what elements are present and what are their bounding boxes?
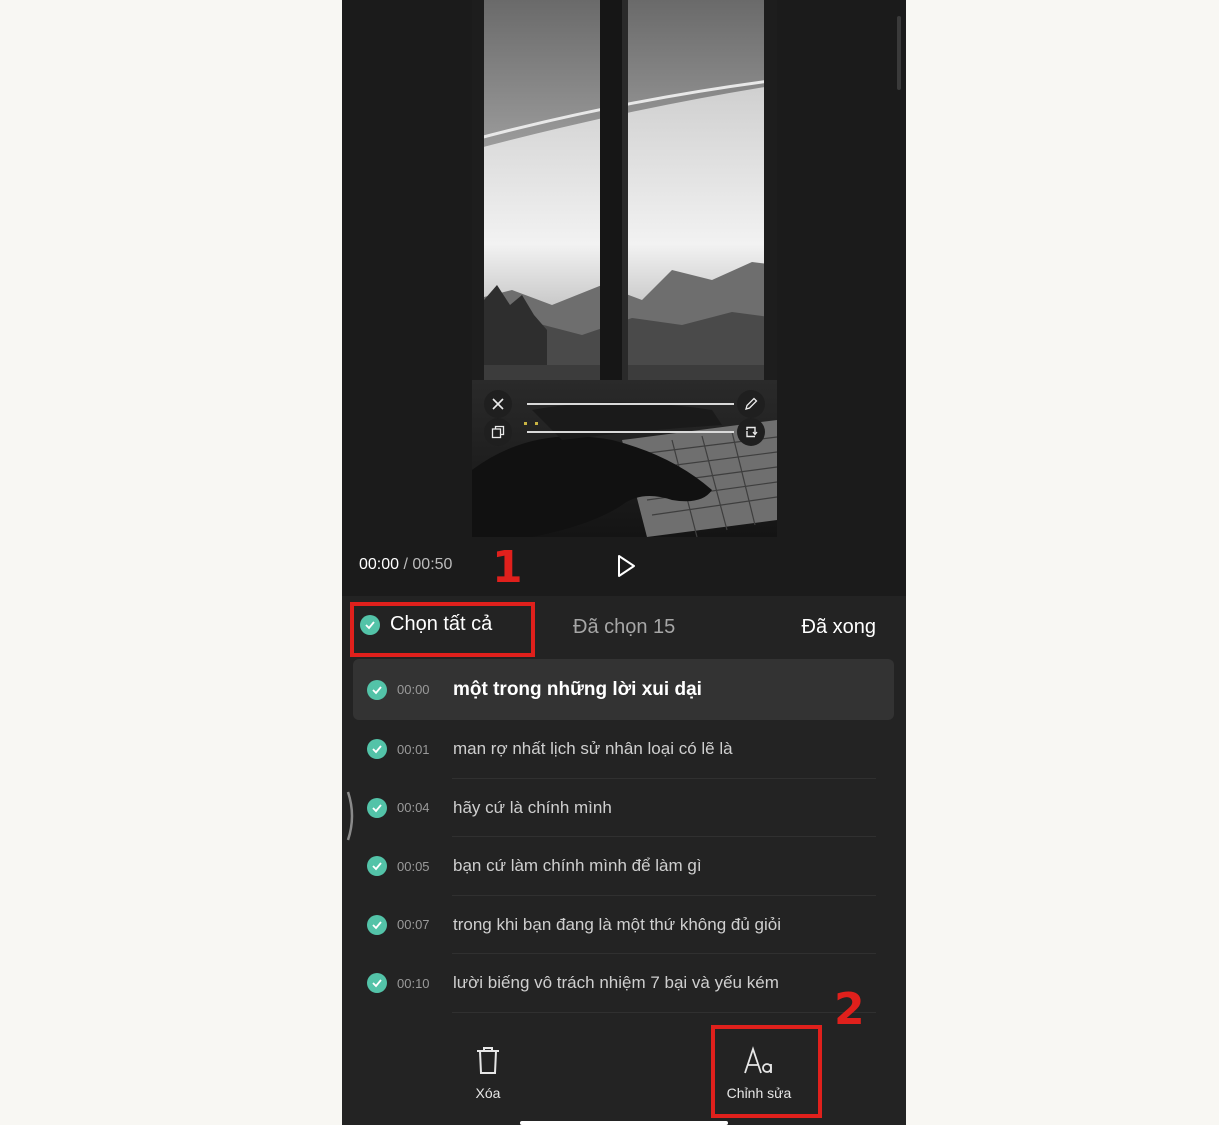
subtitle-text: hãy cứ là chính mình — [453, 797, 612, 817]
subtitle-timestamp: 00:01 — [397, 741, 430, 757]
check-icon[interactable] — [367, 856, 387, 877]
scrollbar[interactable] — [897, 16, 901, 90]
current-time: 00:00 — [359, 556, 400, 573]
subtitle-text: một trong những lời xui dại — [453, 678, 702, 700]
subtitle-timestamp: 00:04 — [397, 800, 430, 816]
video-preview-area: 00:00 / 00:50 — [342, 0, 906, 596]
close-icon — [492, 398, 504, 410]
video-scene-image — [472, 0, 777, 537]
subtitle-timestamp: 00:00 — [397, 682, 430, 697]
edit-overlay-button[interactable] — [737, 390, 765, 418]
check-icon[interactable] — [367, 679, 387, 700]
subtitle-timestamp: 00:07 — [397, 917, 430, 933]
delete-label: Xóa — [475, 1085, 501, 1101]
check-icon[interactable] — [367, 797, 387, 818]
subtitle-row[interactable]: 00:00 một trong những lời xui dại — [353, 659, 894, 720]
trash-icon — [477, 1047, 499, 1074]
remove-overlay-button[interactable] — [484, 390, 512, 418]
annotation-number-1: 1 — [492, 542, 523, 593]
time-separator: / — [403, 556, 408, 573]
subtitle-row[interactable]: 00:04 hãy cứ là chính mình — [353, 779, 894, 838]
home-indicator — [520, 1121, 728, 1125]
check-icon[interactable] — [367, 973, 387, 994]
rotate-overlay-button[interactable] — [737, 418, 765, 446]
subtitle-timestamp: 00:05 — [397, 858, 430, 874]
app-screen: 00:00 / 00:50 Chọn tất cả Đã chọn 15 Đã … — [342, 0, 906, 1125]
play-icon — [618, 555, 635, 577]
total-duration: 00:50 — [412, 556, 453, 573]
play-button[interactable] — [612, 552, 640, 580]
subtitle-text: lười biếng vô trách nhiệm 7 bại và yếu k… — [453, 973, 779, 993]
check-icon[interactable] — [367, 914, 387, 935]
annotation-box-edit — [711, 1025, 822, 1118]
subtitle-row[interactable]: 00:07 trong khi bạn đang là một thứ không… — [353, 896, 894, 955]
subtitle-row[interactable]: 00:10 lười biếng vô trách nhiệm 7 bại và … — [353, 954, 894, 1013]
annotation-box-select-all — [350, 602, 535, 657]
subtitle-text: trong khi bạn đang là một thứ không đủ g… — [453, 914, 781, 934]
pencil-icon — [745, 397, 758, 410]
copy-icon — [491, 425, 505, 439]
rotate-icon — [746, 426, 758, 438]
selected-count: Đã chọn 15 — [573, 616, 676, 638]
delete-button[interactable]: Xóa — [470, 1046, 506, 1101]
playback-time: 00:00 / 00:50 — [359, 556, 452, 574]
annotation-number-2: 2 — [834, 984, 865, 1035]
subtitle-timestamp: 00:10 — [397, 975, 430, 991]
subtitle-row[interactable]: 00:01 man rợ nhất lịch sử nhân loại có lẽ… — [353, 720, 894, 779]
duplicate-overlay-button[interactable] — [484, 418, 512, 446]
check-icon[interactable] — [367, 739, 387, 760]
done-button[interactable]: Đã xong — [802, 616, 877, 639]
video-frame — [472, 0, 777, 537]
row-divider — [452, 1011, 876, 1013]
subtitle-row[interactable]: 00:05 bạn cứ làm chính mình để làm gì — [353, 837, 894, 896]
subtitle-text: bạn cứ làm chính mình để làm gì — [453, 856, 702, 876]
subtitle-text: man rợ nhất lịch sử nhân loại có lẽ là — [453, 739, 733, 759]
